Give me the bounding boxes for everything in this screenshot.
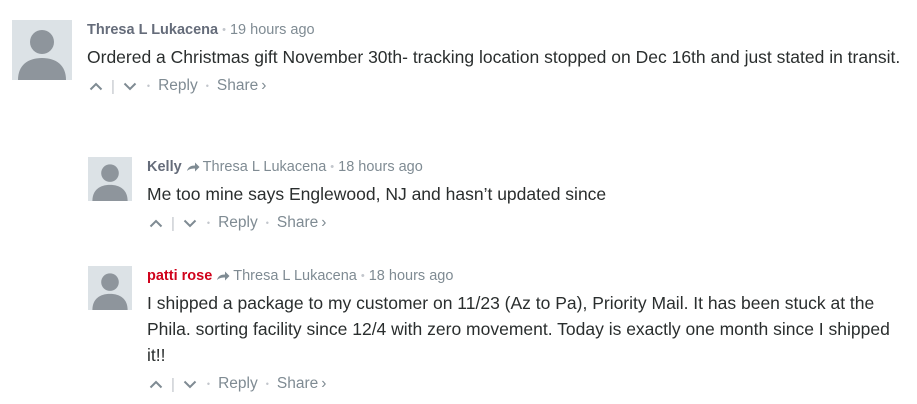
meta-separator: • (222, 24, 226, 36)
chevron-down-icon (183, 380, 197, 388)
timestamp[interactable]: 19 hours ago (230, 22, 315, 38)
timestamp[interactable]: 18 hours ago (369, 268, 454, 284)
downvote-button[interactable] (121, 77, 139, 95)
avatar[interactable] (88, 266, 132, 310)
upvote-button[interactable] (147, 375, 165, 393)
action-separator: • (265, 218, 269, 228)
chevron-right-icon: › (261, 77, 267, 94)
comment: Kelly Thresa L Lukacena • 18 hours ago Me t… (88, 157, 907, 242)
chevron-down-icon (123, 82, 137, 90)
comment-meta: patti rose Thresa L Lukacena • 18 hours ago (147, 266, 907, 286)
chevron-right-icon: › (321, 375, 327, 392)
comment-actions: | • Reply • Share › (147, 372, 907, 396)
vote-divider: | (171, 375, 175, 393)
author-name[interactable]: Thresa L Lukacena (87, 22, 218, 38)
upvote-button[interactable] (147, 214, 165, 232)
share-button[interactable]: Share › (217, 77, 267, 95)
action-separator: • (146, 81, 151, 91)
reply-button[interactable]: Reply (218, 375, 258, 393)
author-name[interactable]: Kelly (147, 159, 182, 175)
default-avatar-icon (92, 273, 128, 310)
chevron-up-icon (149, 219, 163, 227)
comment-text: Me too mine says Englewood, NJ and hasn’… (147, 184, 607, 204)
share-button[interactable]: Share › (277, 214, 327, 232)
upvote-button[interactable] (87, 77, 105, 95)
share-label: Share (276, 375, 319, 392)
timestamp[interactable]: 18 hours ago (338, 159, 423, 175)
comment-meta: Kelly Thresa L Lukacena • 18 hours ago (147, 157, 907, 177)
reply-arrow-icon (217, 271, 230, 281)
action-separator: • (206, 218, 211, 228)
meta-separator: • (330, 161, 335, 173)
comment: patti rose Thresa L Lukacena • 18 hours ago… (88, 266, 907, 401)
action-separator: • (265, 379, 269, 389)
meta-separator: • (360, 270, 365, 282)
chevron-down-icon (183, 219, 197, 227)
author-name[interactable]: patti rose (147, 268, 212, 284)
share-label: Share (216, 77, 259, 94)
comment-meta: Thresa L Lukacena • 19 hours ago (87, 20, 907, 40)
action-separator: • (205, 81, 209, 91)
default-avatar-icon (18, 30, 66, 80)
chevron-up-icon (89, 82, 103, 90)
action-separator: • (206, 379, 211, 389)
comment-text: Ordered a Christmas gift November 30th- … (87, 47, 901, 67)
chevron-right-icon: › (321, 214, 327, 231)
downvote-button[interactable] (181, 375, 199, 393)
reply-arrow-icon (186, 162, 200, 172)
avatar[interactable] (88, 157, 132, 201)
chevron-up-icon (149, 380, 163, 388)
default-avatar-icon (92, 164, 128, 201)
share-button[interactable]: Share › (277, 375, 327, 393)
share-label: Share (276, 214, 319, 231)
comment: Thresa L Lukacena • 19 hours ago Ordered a… (12, 20, 907, 130)
vote-divider: | (111, 77, 115, 95)
reply-to-author[interactable]: Thresa L Lukacena (233, 268, 357, 284)
vote-divider: | (171, 214, 175, 232)
reply-button[interactable]: Reply (218, 214, 258, 232)
downvote-button[interactable] (181, 214, 199, 232)
comment-actions: | • Reply • Share › (87, 74, 907, 98)
avatar[interactable] (12, 20, 72, 80)
comment-text: I shipped a package to my customer on 11… (147, 293, 890, 365)
reply-button[interactable]: Reply (158, 77, 198, 95)
reply-to-author[interactable]: Thresa L Lukacena (203, 159, 327, 175)
comment-actions: | • Reply • Share › (147, 211, 907, 235)
